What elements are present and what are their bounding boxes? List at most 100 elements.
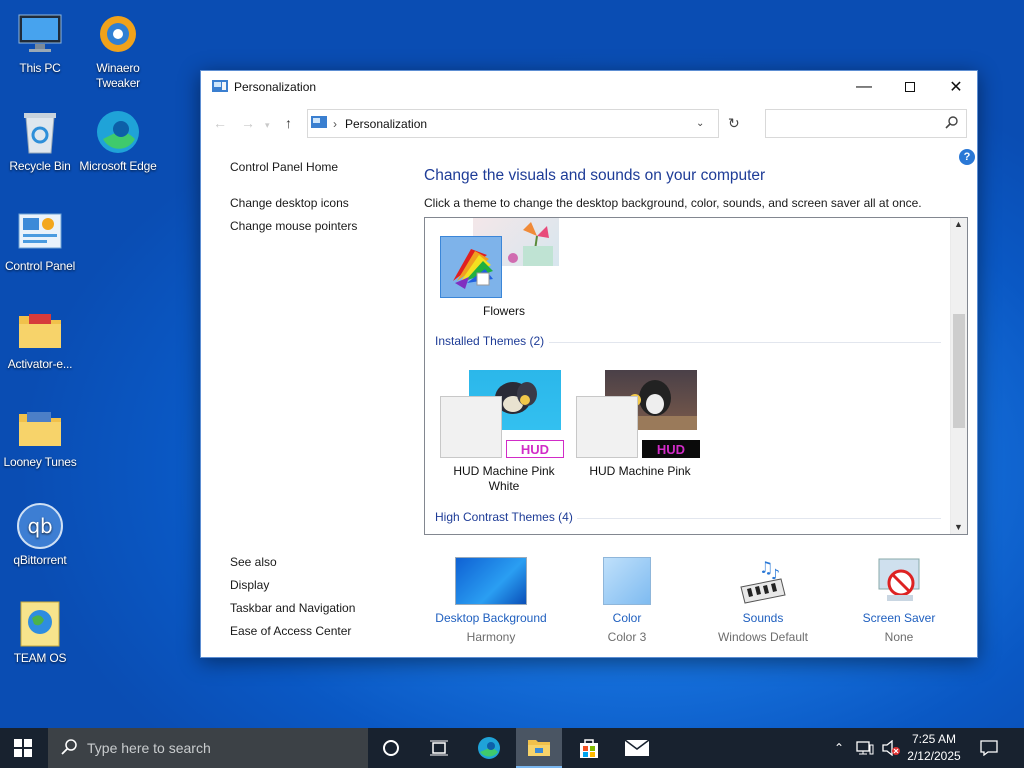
desktop-icon-label: Microsoft Edge [79, 159, 157, 173]
svg-text:qb: qb [28, 514, 53, 538]
start-button[interactable] [0, 728, 46, 768]
taskbar-navigation-link[interactable]: Taskbar and Navigation [230, 601, 355, 615]
theme-color-swatch [440, 396, 502, 458]
theme-flowers[interactable]: Flowers [439, 218, 569, 318]
setting-label[interactable]: Screen Saver [829, 611, 969, 625]
desktop-icon-qbittorrent[interactable]: qb qBittorrent [0, 502, 80, 568]
desktop-icon-looney-tunes[interactable]: Looney Tunes [0, 404, 80, 470]
theme-color-swatch [576, 396, 638, 458]
address-bar[interactable]: › Personalization ⌄ ↻ [307, 109, 740, 138]
search-input[interactable] [765, 109, 967, 138]
refresh-icon[interactable]: ↻ [728, 115, 740, 132]
color-setting[interactable]: Color Color 3 [557, 555, 697, 644]
screen-saver-setting[interactable]: Screen Saver None [829, 555, 969, 644]
themes-scrollbar[interactable]: ▲ ▼ [950, 218, 967, 534]
page-description: Click a theme to change the desktop back… [424, 196, 922, 210]
desktop-background-icon [421, 555, 561, 605]
scrollbar-thumb[interactable] [953, 314, 965, 428]
globe-icon [16, 600, 64, 648]
control-panel-home-link[interactable]: Control Panel Home [230, 160, 338, 174]
taskbar-search-placeholder: Type here to search [87, 740, 211, 756]
sounds-setting[interactable]: ♫ ♪ Sounds Windows Default [693, 555, 833, 644]
control-panel-icon [311, 115, 327, 132]
desktop-icon-winaero[interactable]: Winaero Tweaker [78, 10, 158, 91]
folder-icon [16, 306, 64, 354]
clock-time: 7:25 AM [911, 732, 957, 746]
desktop-background-setting[interactable]: Desktop Background Harmony [421, 555, 561, 644]
show-hidden-icons-icon[interactable]: ⌃ [826, 728, 852, 768]
theme-badge: HUD [506, 440, 564, 458]
up-icon[interactable]: ↑ [285, 115, 292, 131]
edge-taskbar-icon[interactable] [466, 728, 512, 768]
clock[interactable]: 7:25 AM 2/12/2025 [904, 731, 964, 765]
cortana-icon[interactable] [368, 728, 414, 768]
desktop-icon-label: TEAM OS [13, 651, 67, 665]
monitor-icon [16, 10, 64, 58]
desktop-icon-recycle-bin[interactable]: Recycle Bin [0, 108, 80, 174]
sounds-icon: ♫ ♪ [693, 555, 833, 605]
desktop-icon-label: Activator-e... [7, 357, 73, 371]
color-swatch-icon [557, 555, 697, 605]
edge-icon [94, 108, 142, 156]
minimize-button[interactable]: — [841, 71, 887, 103]
installed-themes-heading: Installed Themes (2) [435, 334, 545, 348]
search-icon [61, 738, 77, 758]
theme-name: HUD Machine Pink [589, 464, 691, 478]
control-panel-icon [16, 208, 64, 256]
screen-saver-icon [829, 555, 969, 605]
setting-value: Harmony [466, 630, 516, 644]
address-dropdown-icon[interactable]: ⌄ [696, 118, 704, 129]
scroll-down-icon[interactable]: ▼ [954, 522, 963, 532]
personalization-window: Personalization — ✕ ← → ▾ ↑ › Personaliz… [200, 70, 978, 658]
theme-name: Flowers [482, 304, 525, 318]
notifications-icon[interactable] [966, 728, 1012, 768]
desktop-icon-label: Control Panel [4, 259, 76, 273]
change-mouse-pointers-link[interactable]: Change mouse pointers [230, 219, 357, 233]
color-palette-icon [440, 236, 502, 298]
themes-list: Flowers Installed Themes (2) HUD HUD Mac… [424, 217, 968, 535]
desktop-icon-activator[interactable]: Activator-e... [0, 306, 80, 372]
desktop-icon-edge[interactable]: Microsoft Edge [78, 108, 158, 174]
desktop-icon-label: Looney Tunes [3, 455, 77, 469]
help-icon[interactable]: ? [959, 149, 975, 165]
desktop-icon-label: Winaero Tweaker [96, 61, 140, 90]
high-contrast-themes-heading: High Contrast Themes (4) [435, 510, 573, 524]
store-taskbar-icon[interactable] [566, 728, 612, 768]
desktop-icon-this-pc[interactable]: This PC [0, 10, 80, 76]
desktop-icon-team-os[interactable]: TEAM OS [0, 600, 80, 666]
setting-value: None [884, 630, 914, 644]
setting-label[interactable]: Color [557, 611, 697, 625]
scroll-up-icon[interactable]: ▲ [954, 219, 963, 229]
breadcrumb[interactable]: Personalization [345, 117, 427, 131]
see-also-heading: See also [230, 555, 277, 569]
back-icon[interactable]: ← [213, 115, 227, 131]
recycle-bin-icon [16, 108, 64, 156]
setting-label[interactable]: Desktop Background [421, 611, 561, 625]
setting-value: Color 3 [607, 630, 647, 644]
recent-dropdown-icon[interactable]: ▾ [265, 120, 270, 131]
forward-icon[interactable]: → [241, 115, 255, 131]
change-desktop-icons-link[interactable]: Change desktop icons [230, 196, 349, 210]
desktop-icon-label: Recycle Bin [9, 159, 71, 173]
search-icon [945, 116, 958, 132]
taskbar-search-box[interactable]: Type here to search [48, 728, 368, 768]
desktop-icon-control-panel[interactable]: Control Panel [0, 208, 80, 274]
desktop-icon-label: qBittorrent [13, 553, 67, 567]
ease-of-access-link[interactable]: Ease of Access Center [230, 624, 351, 638]
file-explorer-taskbar-icon[interactable] [516, 728, 562, 768]
maximize-button[interactable] [887, 71, 933, 103]
theme-hud-machine-pink-white[interactable]: HUD HUD Machine Pink White [439, 370, 569, 493]
close-button[interactable]: ✕ [933, 71, 979, 103]
breadcrumb-separator-icon: › [333, 116, 337, 131]
display-link[interactable]: Display [230, 578, 269, 592]
theme-hud-machine-pink[interactable]: HUD HUD Machine Pink [575, 370, 705, 490]
task-view-icon[interactable] [416, 728, 462, 768]
desktop-icon-label: This PC [19, 61, 61, 75]
title-bar[interactable]: Personalization — ✕ [201, 71, 977, 103]
network-icon[interactable] [852, 728, 878, 768]
theme-name: HUD Machine Pink White [453, 464, 555, 493]
mail-taskbar-icon[interactable] [614, 728, 660, 768]
page-title: Change the visuals and sounds on your co… [424, 167, 766, 184]
setting-label[interactable]: Sounds [693, 611, 833, 625]
volume-muted-icon[interactable] [878, 728, 904, 768]
